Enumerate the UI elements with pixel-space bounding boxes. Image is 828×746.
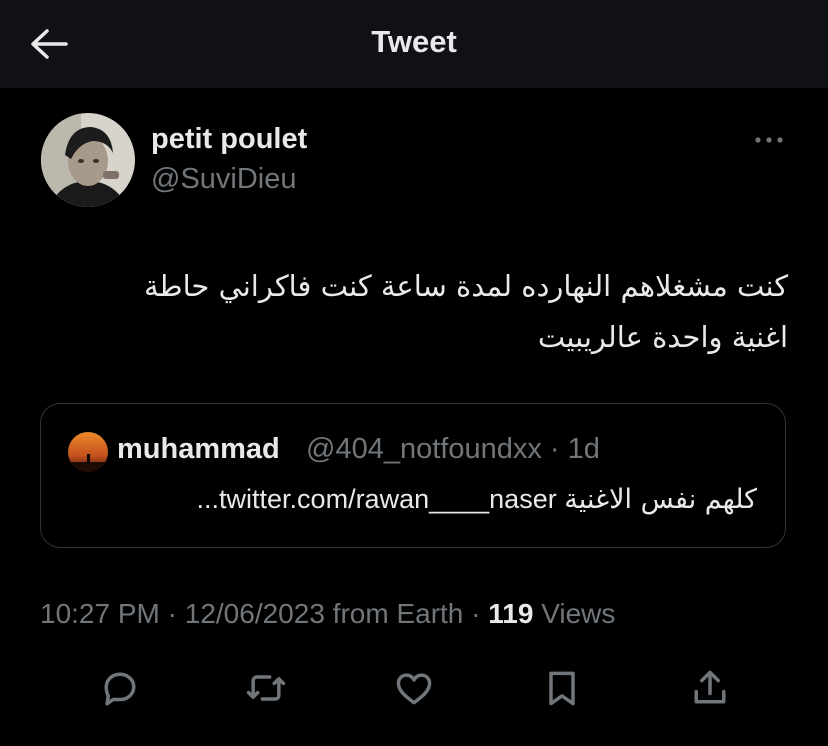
quoted-avatar: [68, 432, 108, 472]
retweet-button[interactable]: [244, 666, 288, 710]
tweet-time: 10:27 PM: [40, 598, 160, 629]
tweet-source: from Earth: [332, 598, 464, 629]
quoted-link[interactable]: ...twitter.com/rawan____naser: [197, 484, 557, 514]
more-horizontal-icon: [755, 137, 783, 143]
avatar[interactable]: [41, 113, 135, 207]
author-display-name[interactable]: petit poulet: [151, 123, 307, 156]
bookmark-button[interactable]: [540, 666, 584, 710]
quoted-handle: @404_notfoundxx: [306, 433, 542, 465]
more-options-button[interactable]: [752, 128, 788, 152]
quoted-display-name: muhammad: [117, 433, 280, 465]
reply-icon: [104, 672, 136, 706]
like-button[interactable]: [392, 666, 436, 710]
quoted-tweet-card[interactable]: muhammad @404_notfoundxx · 1d ...twitter…: [40, 403, 786, 548]
views-label: Views: [541, 598, 616, 629]
reply-button[interactable]: [98, 666, 142, 710]
tweet-text-line: كنت مشغلاهم النهارده لمدة ساعة كنت فاكرا…: [143, 269, 788, 303]
quoted-age: 1d: [567, 433, 600, 465]
separator: ·: [167, 598, 177, 629]
like-icon: [396, 673, 432, 705]
quoted-text: ...twitter.com/rawan____naser كلهم نفس ا…: [197, 484, 757, 515]
separator: ·: [549, 433, 560, 465]
page-title: Tweet: [371, 24, 457, 59]
tweet-date: 12/06/2023: [184, 598, 325, 629]
bookmark-icon: [549, 671, 575, 706]
retweet-icon: [246, 675, 286, 701]
tweet-meta: 10:27 PM · 12/06/2023 from Earth · 119 V…: [40, 598, 615, 630]
views-count[interactable]: 119: [488, 598, 533, 629]
top-bar: Tweet: [0, 0, 828, 88]
separator: ·: [471, 598, 481, 629]
tweet-text-line: اغنية واحدة عالريبيت: [537, 320, 788, 354]
author-handle[interactable]: @SuviDieu: [151, 163, 297, 196]
share-icon: [694, 670, 726, 704]
quoted-arabic-text: كلهم نفس الاغنية: [564, 484, 757, 515]
quoted-meta: @404_notfoundxx · 1d: [306, 433, 600, 466]
share-button[interactable]: [688, 666, 732, 710]
